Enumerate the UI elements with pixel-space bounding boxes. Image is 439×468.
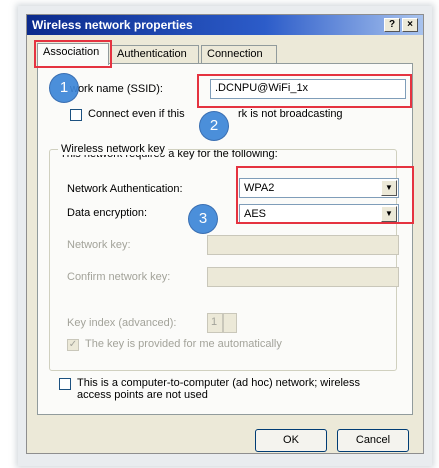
window-title: Wireless network properties — [32, 18, 193, 32]
auto-key-label: The key is provided for me automatically — [85, 338, 282, 350]
data-encryption-select[interactable]: AES ▼ — [239, 204, 399, 224]
title-bar[interactable]: Wireless network properties ? × — [27, 15, 423, 35]
adhoc-label-line1: This is a computer-to-computer (ad hoc) … — [77, 377, 361, 389]
network-key-input[interactable] — [207, 235, 399, 255]
auto-key-checkbox[interactable]: ✓ — [67, 339, 79, 351]
adhoc-label-line2: access points are not used — [77, 389, 208, 401]
data-encryption-label: Data encryption: — [67, 207, 148, 219]
confirm-key-label: Confirm network key: — [67, 271, 171, 283]
step-badge-2: 2 — [200, 112, 228, 140]
adhoc-checkbox[interactable] — [59, 378, 71, 390]
network-auth-value: WPA2 — [244, 182, 275, 194]
data-encryption-value: AES — [244, 208, 267, 220]
ssid-label: work name (SSID): — [70, 83, 163, 95]
key-group-title: Wireless network key — [58, 143, 168, 155]
broadcast-label-left: Connect even if this — [88, 108, 185, 120]
tab-association[interactable]: Association — [37, 43, 109, 65]
network-key-label: Network key: — [67, 239, 131, 251]
ssid-input[interactable]: .DCNPU@WiFi_1x — [210, 79, 406, 99]
chevron-down-icon[interactable]: ▼ — [381, 180, 397, 196]
confirm-key-input[interactable] — [207, 267, 399, 287]
step-badge-3: 3 — [189, 205, 217, 233]
network-auth-label: Network Authentication: — [67, 183, 183, 195]
tab-authentication[interactable]: Authentication — [111, 45, 199, 63]
key-index-input[interactable]: 1 — [207, 313, 223, 333]
broadcast-label-right: rk is not broadcasting — [238, 108, 343, 120]
network-auth-select[interactable]: WPA2 ▼ — [239, 178, 399, 198]
close-button[interactable]: × — [402, 18, 418, 32]
chevron-down-icon[interactable]: ▼ — [381, 206, 397, 222]
broadcast-checkbox[interactable] — [70, 109, 82, 121]
properties-dialog: Wireless network properties ? × Associat… — [26, 14, 424, 454]
help-button[interactable]: ? — [384, 18, 400, 32]
cancel-button[interactable]: Cancel — [337, 429, 409, 452]
spin-arrows-icon[interactable] — [223, 313, 237, 333]
ok-button[interactable]: OK — [255, 429, 327, 452]
step-badge-1: 1 — [50, 74, 78, 102]
tab-connection[interactable]: Connection — [201, 45, 277, 63]
key-index-label: Key index (advanced): — [67, 317, 177, 329]
